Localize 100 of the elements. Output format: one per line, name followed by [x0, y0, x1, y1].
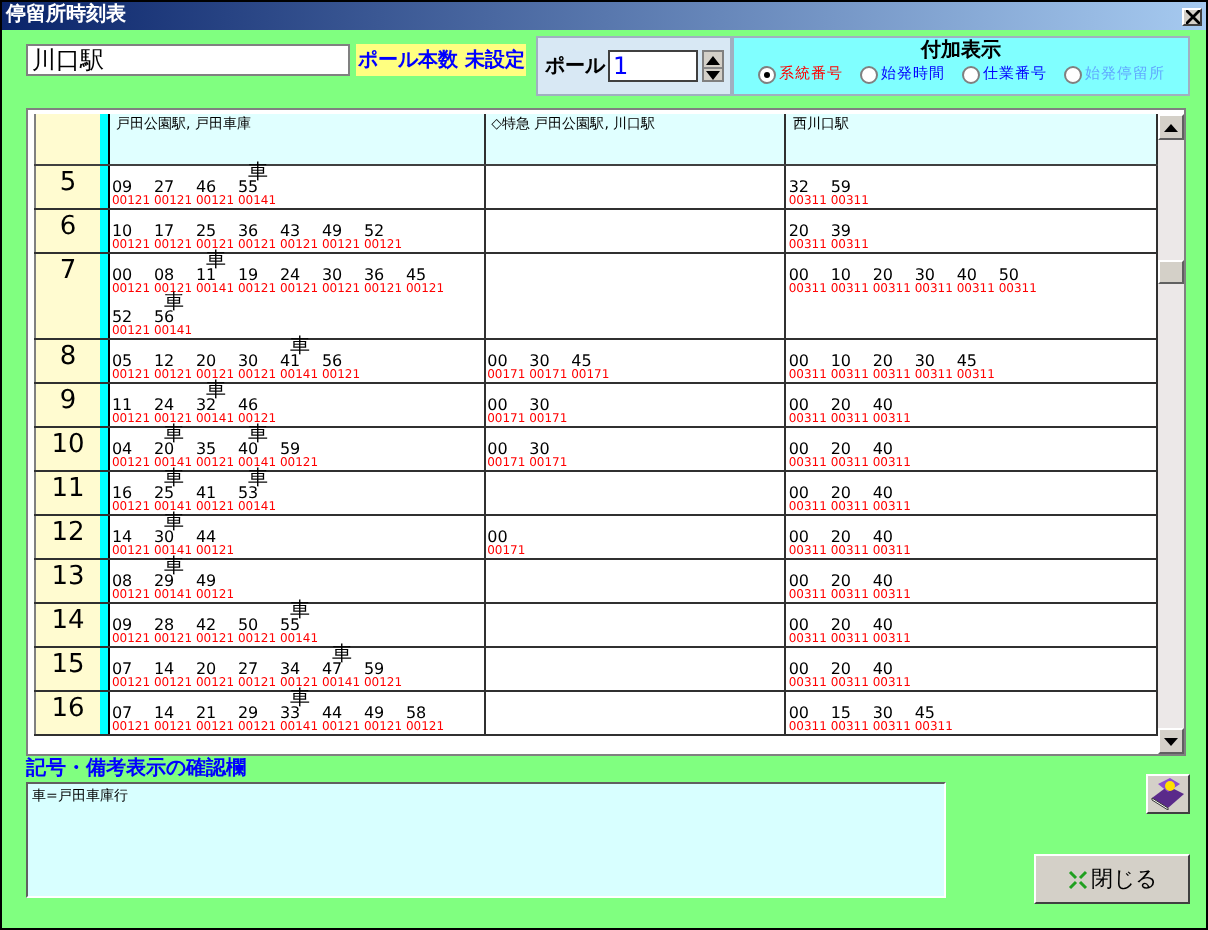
pole-count-label: ポール本数 未設定: [356, 44, 527, 76]
departure-minute: 00: [487, 398, 508, 414]
departure-minute: 14: [153, 662, 175, 678]
note-mark: 車: [163, 560, 186, 574]
departure-minute: 17: [153, 224, 175, 240]
departure-minute: 28: [153, 618, 175, 634]
close-button[interactable]: 閉じる: [1034, 854, 1190, 904]
departure-minute: 55: [279, 618, 301, 634]
departure-minute: 50: [237, 618, 259, 634]
note-mark: 車: [163, 472, 186, 486]
notes-label: 記号・備考表示の確認欄: [26, 758, 248, 782]
hour-cell: 6: [34, 210, 100, 252]
departure-minute: 00: [788, 442, 810, 458]
departure-minute: 20: [788, 224, 810, 240]
departure-minute: 00: [788, 618, 810, 634]
note-mark: 車: [247, 428, 270, 442]
scroll-thumb[interactable]: [1158, 260, 1184, 284]
departure-minute: 59: [279, 442, 301, 458]
departure-minute: 40: [872, 442, 894, 458]
hour-cell: 5: [34, 166, 100, 208]
note-mark: 車: [331, 648, 354, 662]
departure-minute: 56: [153, 310, 175, 326]
note-mark: 車: [289, 692, 312, 706]
down-arrow-icon[interactable]: [1164, 737, 1178, 745]
departure-minute: 44: [195, 530, 217, 546]
departure-minute: 08: [111, 574, 133, 590]
departure-minute: 00: [487, 354, 508, 370]
departure-minute: 00: [788, 574, 810, 590]
departure-minute: 40: [872, 574, 894, 590]
hour-cell: 7: [34, 254, 100, 338]
departure-minute: 32: [788, 180, 810, 196]
hour-cell: 16: [34, 692, 100, 734]
departure-minute: 29: [153, 574, 175, 590]
departure-minute: 39: [830, 224, 852, 240]
departure-minute: 20: [872, 268, 894, 284]
departure-minute: 59: [830, 180, 852, 196]
help-button[interactable]: [1146, 774, 1190, 814]
note-mark: 車: [205, 254, 228, 268]
hour-cell: 15: [34, 648, 100, 690]
departure-minute: 24: [279, 268, 301, 284]
departure-minute: 10: [830, 268, 852, 284]
departure-minute: 19: [237, 268, 259, 284]
departure-minute: 40: [872, 398, 894, 414]
departure-minute: 08: [153, 268, 175, 284]
departure-minute: 20: [830, 574, 852, 590]
departure-minute: 30: [914, 354, 936, 370]
departure-minute: 20: [830, 618, 852, 634]
departure-minute: 41: [279, 354, 301, 370]
departure-minute: 45: [914, 706, 936, 722]
departure-minute: 50: [998, 268, 1020, 284]
departure-minute: 10: [830, 354, 852, 370]
departure-minute: 45: [571, 354, 592, 370]
departure-minute: 00: [788, 398, 810, 414]
departure-minute: 40: [872, 486, 894, 502]
departure-minute: 20: [830, 662, 852, 678]
departure-minute: 44: [321, 706, 343, 722]
departure-minute: 00: [788, 486, 810, 502]
departure-minute: 32: [195, 398, 217, 414]
departure-minute: 00: [788, 706, 810, 722]
note-mark: 車: [163, 296, 184, 310]
departure-minute: 25: [153, 486, 175, 502]
departure-minute: 33: [279, 706, 301, 722]
up-arrow-icon[interactable]: [1164, 123, 1178, 131]
departure-minute: 07: [111, 662, 133, 678]
note-mark: 車: [289, 340, 312, 354]
hour-cell: 9: [34, 384, 100, 426]
departure-minute: 46: [237, 398, 259, 414]
departure-minute: 15: [830, 706, 852, 722]
spin-button[interactable]: [702, 50, 725, 82]
hour-cell: 13: [34, 560, 100, 602]
pole-field[interactable]: 1: [608, 50, 699, 82]
departure-minute: 00: [487, 530, 508, 546]
departure-minute: 30: [321, 268, 343, 284]
departure-minute: 00: [788, 268, 810, 284]
departure-minute: 43: [279, 224, 301, 240]
departure-minute: 14: [153, 706, 175, 722]
departure-minute: 20: [830, 530, 852, 546]
departure-minute: 36: [237, 224, 259, 240]
departure-minute: 20: [195, 354, 217, 370]
departure-minute: 27: [237, 662, 259, 678]
departure-minute: 30: [529, 354, 550, 370]
departure-minute: 11: [111, 398, 133, 414]
panel-title: 付加表示: [921, 38, 1002, 64]
departure-minute: 40: [237, 442, 259, 458]
hour-cell: 8: [34, 340, 100, 382]
close-icon[interactable]: [1182, 7, 1202, 25]
departure-minute: 30: [237, 354, 259, 370]
departure-minute: 29: [237, 706, 259, 722]
departure-minute: 35: [195, 442, 217, 458]
stop-name-field[interactable]: 川口駅: [26, 44, 350, 76]
scrollbar[interactable]: [1158, 114, 1184, 754]
departure-minute: 14: [111, 530, 133, 546]
departure-minute: 05: [111, 354, 133, 370]
departure-minute: 20: [830, 442, 852, 458]
departure-minute: 07: [111, 706, 133, 722]
departure-minute: 42: [195, 618, 217, 634]
departure-minute: 40: [872, 618, 894, 634]
hour-cell: 12: [34, 516, 100, 558]
window-title: 停留所時刻表: [6, 2, 126, 30]
departure-minute: 24: [153, 398, 175, 414]
